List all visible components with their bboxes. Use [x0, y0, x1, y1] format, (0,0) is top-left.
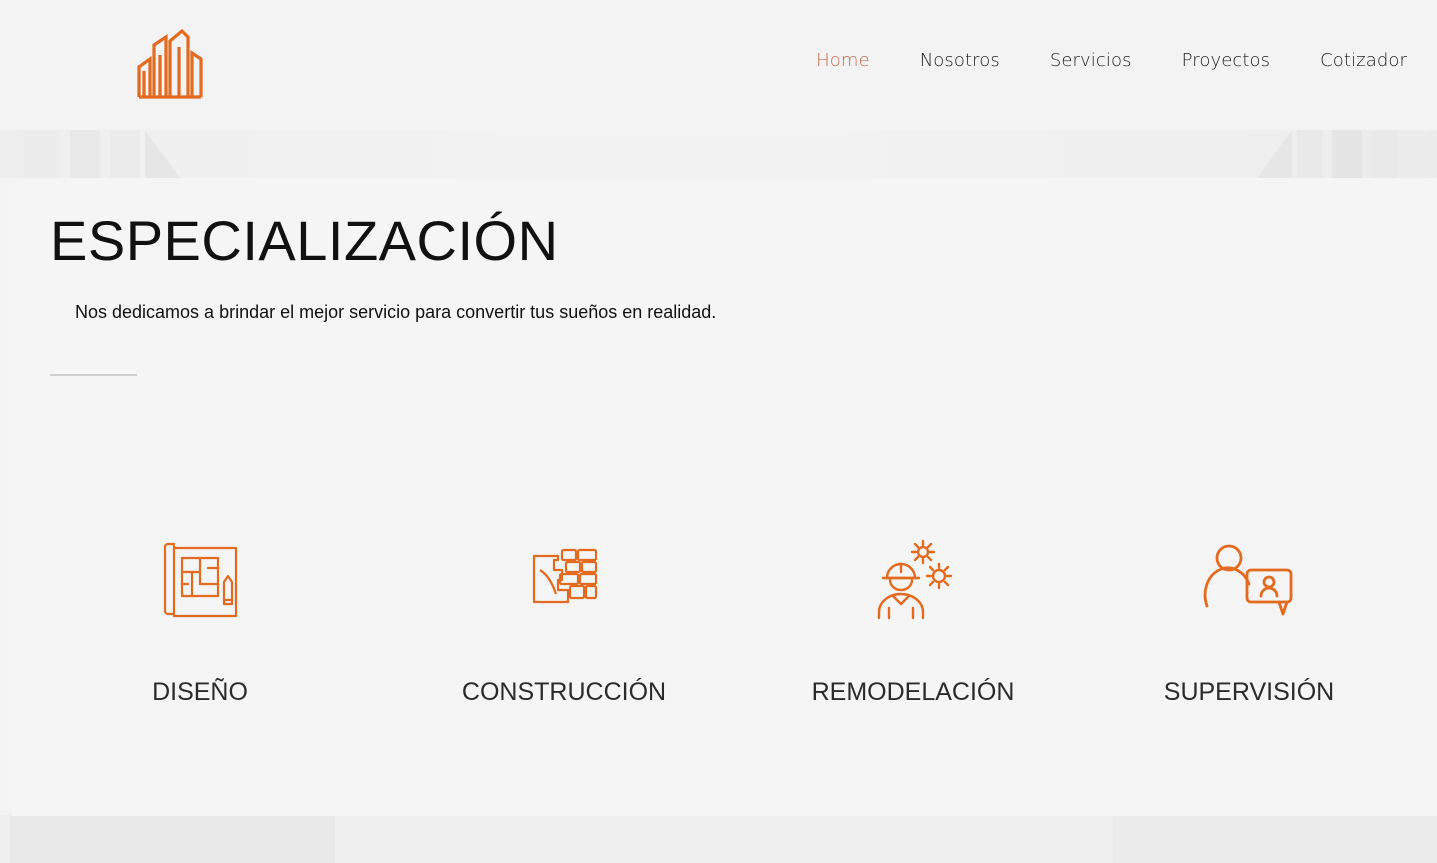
page: Home Nosotros Servicios Proyectos Cotiza… [0, 0, 1437, 863]
nav-nosotros[interactable]: Nosotros [895, 50, 1025, 71]
background-band-top [0, 130, 1437, 178]
service-supervision[interactable]: SUPERVISIÓN [1119, 538, 1379, 706]
service-label: DISEÑO [152, 678, 248, 706]
nav-home[interactable]: Home [791, 50, 895, 71]
main-navigation: Home Nosotros Servicios Proyectos Cotiza… [791, 50, 1407, 71]
site-header: Home Nosotros Servicios Proyectos Cotiza… [0, 0, 1437, 130]
service-label: SUPERVISIÓN [1163, 678, 1335, 706]
service-construccion[interactable]: CONSTRUCCIÓN [434, 538, 694, 706]
supervisor-chat-icon [1203, 544, 1293, 616]
specialization-section: ESPECIALIZACIÓN Nos dedicamos a brindar … [12, 178, 1437, 816]
service-label: CONSTRUCCIÓN [461, 678, 667, 706]
section-subtitle: Nos dedicamos a brindar el mejor servici… [75, 302, 717, 322]
building-logo-icon[interactable] [136, 25, 204, 99]
brick-wall-icon [532, 548, 598, 604]
section-title: ESPECIALIZACIÓN [50, 209, 559, 272]
blueprint-icon [163, 542, 238, 618]
service-remodelacion[interactable]: REMODELACIÓN [783, 538, 1043, 706]
service-label: REMODELACIÓN [811, 678, 1015, 706]
background-shape-bottom-right [1113, 815, 1437, 863]
section-divider [50, 374, 137, 376]
background-shape-bottom-left [10, 815, 335, 863]
nav-proyectos[interactable]: Proyectos [1157, 50, 1296, 71]
service-diseno[interactable]: DISEÑO [70, 538, 330, 706]
nav-servicios[interactable]: Servicios [1025, 50, 1157, 71]
worker-gears-icon [877, 539, 953, 620]
background-building-shape-left [20, 130, 180, 178]
background-building-shape-right [1257, 130, 1427, 178]
nav-cotizador[interactable]: Cotizador [1295, 50, 1407, 71]
